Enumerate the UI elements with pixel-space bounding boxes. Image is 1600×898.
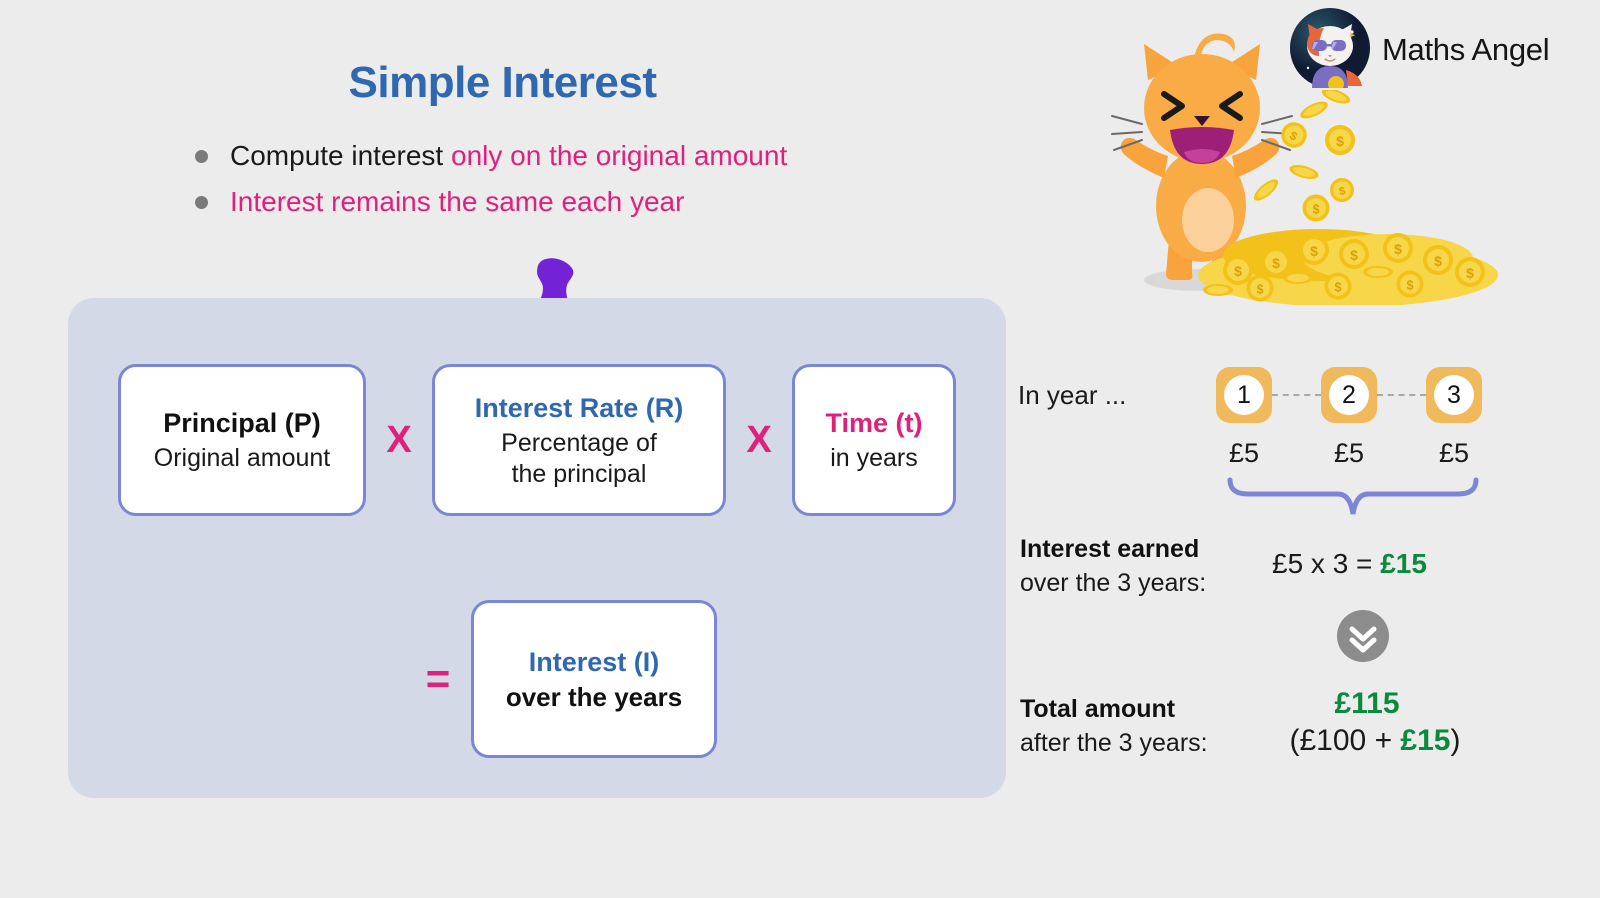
- brand-name: Maths Angel: [1382, 32, 1550, 67]
- multiply-operator-1: X: [386, 418, 412, 461]
- interest-earned-label: Interest earned over the 3 years:: [1020, 532, 1206, 600]
- year-amount-1: £5: [1228, 438, 1260, 468]
- bullet-list: Compute interest only on the original am…: [195, 136, 995, 228]
- in-year-label: In year ...: [1018, 380, 1127, 410]
- principal-title: Principal (P): [163, 408, 321, 438]
- interest-earned-expression: £5 x 3 = £15: [1272, 548, 1427, 580]
- year-number-1: 1: [1224, 375, 1264, 415]
- slide-root: Simple Interest Compute interest only on…: [0, 0, 1600, 898]
- year-badge-3: 3: [1426, 367, 1482, 423]
- interest-expression-left: £5 x 3 =: [1272, 548, 1381, 579]
- year-badge-2: 2: [1321, 367, 1377, 423]
- breakdown-result-text: £15: [1400, 724, 1451, 757]
- formula-panel: Principal (P) Original amount X Interest…: [68, 298, 1006, 798]
- formula-row: Principal (P) Original amount X Interest…: [68, 364, 1006, 516]
- year-connector-1: [1272, 394, 1321, 396]
- year-connector-2: [1377, 394, 1426, 396]
- list-item: Compute interest only on the original am…: [195, 136, 995, 176]
- bullet-text: Compute interest only on the original am…: [230, 136, 787, 176]
- bullet-highlight-text: Interest remains the same each year: [230, 186, 685, 217]
- falling-gold-coins-pile-icon: $: [1198, 90, 1498, 305]
- year-timeline: 1 2 3: [1216, 367, 1482, 423]
- total-amount-value: £115: [1334, 687, 1400, 720]
- time-subtitle: in years: [830, 444, 918, 472]
- year-number-2: 2: [1329, 375, 1369, 415]
- bullet-dot-icon: [195, 196, 208, 209]
- total-amount-subtitle: after the 3 years:: [1020, 729, 1208, 757]
- total-amount-label: Total amount after the 3 years:: [1020, 692, 1208, 760]
- double-chevron-down-icon: [1337, 610, 1389, 662]
- list-item: Interest remains the same each year: [195, 182, 995, 222]
- breakdown-open-text: (£100 +: [1289, 724, 1401, 757]
- cat-with-sunglasses-logo-icon: [1290, 8, 1370, 88]
- bullet-dot-icon: [195, 150, 208, 163]
- year-amount-row: £5 £5 £5: [1216, 438, 1482, 469]
- year-badge-1: 1: [1216, 367, 1272, 423]
- multiply-operator-2: X: [746, 418, 772, 461]
- result-row: = Interest (I) over the years: [68, 600, 1006, 758]
- year-amount-2: £5: [1333, 438, 1365, 468]
- bullet-highlight-text: only on the original amount: [451, 140, 788, 171]
- principal-subtitle: Original amount: [153, 444, 331, 472]
- year-number-3: 3: [1434, 375, 1474, 415]
- equals-operator: =: [425, 655, 451, 702]
- time-box: Time (t) in years: [792, 364, 956, 516]
- principal-box: Principal (P) Original amount: [118, 364, 366, 516]
- interest-rate-title: Interest Rate (R): [474, 392, 684, 423]
- interest-result-title: Interest (I): [528, 647, 660, 677]
- interest-earned-subtitle: over the 3 years:: [1020, 569, 1207, 597]
- bullet-text: Interest remains the same each year: [230, 182, 684, 222]
- total-amount-breakdown: (£100 + £15): [1260, 724, 1490, 758]
- interest-result-subtitle: over the years: [505, 682, 683, 712]
- interest-rate-subtitle: Percentage of the principal: [501, 428, 657, 488]
- total-amount-title: Total amount: [1020, 695, 1176, 723]
- interest-result-box: Interest (I) over the years: [471, 600, 717, 758]
- curly-brace-icon: [1227, 477, 1479, 515]
- interest-expression-result: £15: [1380, 548, 1427, 579]
- interest-rate-box: Interest Rate (R) Percentage of the prin…: [432, 364, 726, 516]
- page-title: Simple Interest: [348, 58, 657, 107]
- breakdown-close-text: ): [1450, 724, 1461, 757]
- time-title: Time (t): [825, 408, 923, 438]
- bullet-lead-text: Compute interest: [230, 140, 451, 171]
- year-amount-3: £5: [1438, 438, 1470, 468]
- interest-earned-title: Interest earned: [1020, 535, 1200, 563]
